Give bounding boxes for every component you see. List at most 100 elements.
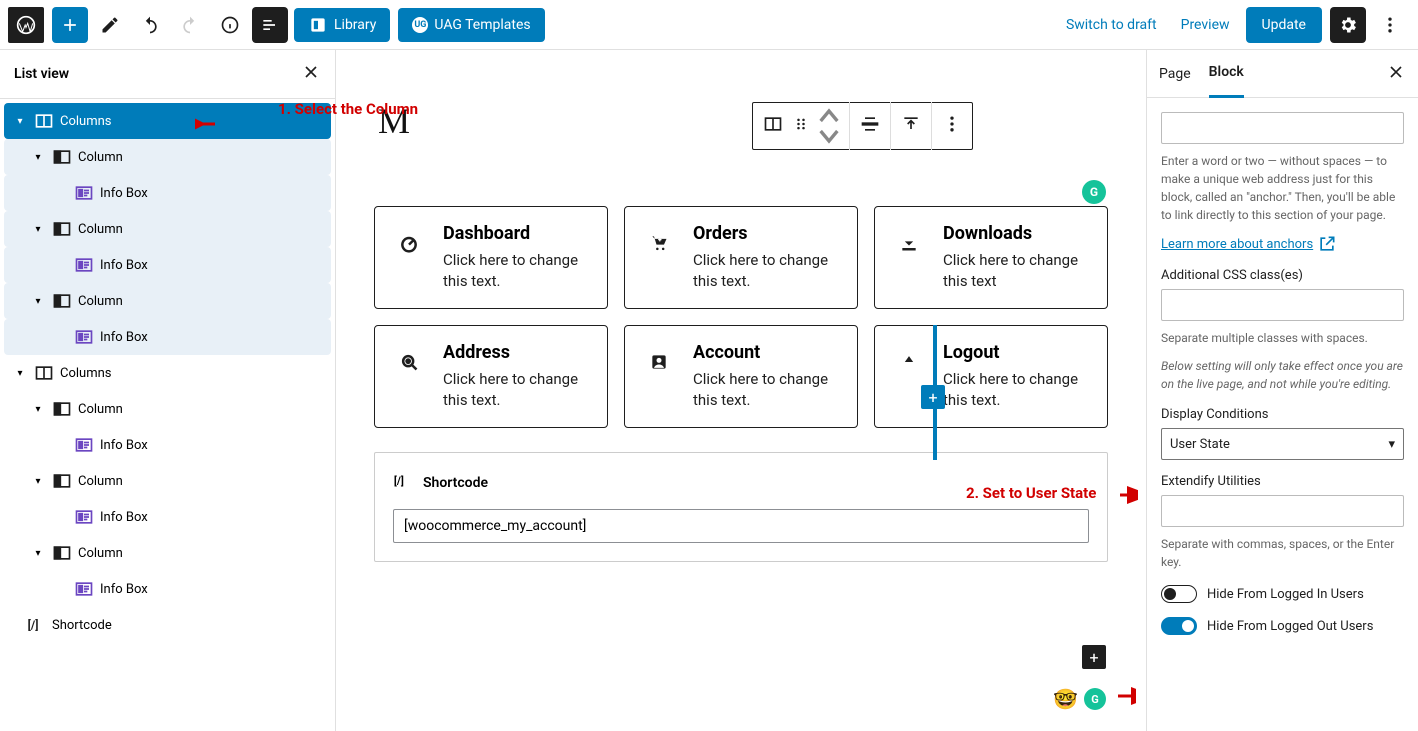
list-item-infobox[interactable]: Info Box <box>4 247 331 283</box>
caret-down-icon[interactable]: ▾ <box>30 296 46 307</box>
css-classes-help: Separate multiple classes with spaces. <box>1161 329 1404 347</box>
list-view-toggle[interactable] <box>252 7 288 43</box>
card-downloads[interactable]: DownloadsClick here to change this text <box>874 206 1108 309</box>
list-item-column[interactable]: ▾ Column <box>4 535 331 571</box>
align-wide-icon[interactable] <box>860 114 880 138</box>
caret-down-icon[interactable]: ▾ <box>30 224 46 235</box>
caret-down-icon[interactable]: ▾ <box>12 368 28 379</box>
anchor-learn-more-link[interactable]: Learn more about anchors <box>1161 234 1337 254</box>
library-button-label: Library <box>334 17 376 33</box>
card-orders[interactable]: OrdersClick here to change this text. <box>624 206 858 309</box>
svg-text:[/]: [/] <box>28 618 39 632</box>
list-item-infobox[interactable]: Info Box <box>4 319 331 355</box>
extendify-help: Separate with commas, spaces, or the Ent… <box>1161 535 1404 571</box>
insert-between-button[interactable]: + <box>921 385 945 409</box>
live-note: Below setting will only take effect once… <box>1161 357 1404 393</box>
columns-icon <box>34 363 54 383</box>
infobox-icon <box>74 435 94 455</box>
list-item-columns[interactable]: ▾ Columns <box>4 355 331 391</box>
list-item-infobox[interactable]: Info Box <box>4 175 331 211</box>
preview-link[interactable]: Preview <box>1181 17 1230 33</box>
update-button[interactable]: Update <box>1246 7 1322 43</box>
column-icon <box>52 543 72 563</box>
cards-grid: DashboardClick here to change this text.… <box>374 206 1108 428</box>
column-icon <box>52 399 72 419</box>
block-settings-sidebar: Page Block Enter a word or two — without… <box>1146 50 1418 731</box>
switch-to-draft-link[interactable]: Switch to draft <box>1066 17 1157 33</box>
list-item-column[interactable]: ▾ Column <box>4 211 331 247</box>
hide-logged-in-label: Hide From Logged In Users <box>1207 587 1364 602</box>
list-item-column[interactable]: ▾ Column <box>4 463 331 499</box>
infobox-icon <box>74 255 94 275</box>
anchor-help-text: Enter a word or two — without spaces — t… <box>1161 152 1404 224</box>
page-title-fragment[interactable]: M <box>378 100 1108 142</box>
emoji-tray: 🤓 G <box>1053 687 1106 711</box>
drag-handle-icon[interactable] <box>791 114 811 138</box>
columns-block-icon[interactable] <box>763 114 783 138</box>
grammarly-icon[interactable]: G <box>1084 688 1106 710</box>
address-pin-icon <box>389 342 429 382</box>
hide-logged-in-toggle[interactable] <box>1161 585 1197 603</box>
wordpress-logo[interactable] <box>8 7 44 43</box>
chevron-down-icon: ▾ <box>1388 437 1395 452</box>
list-item-column[interactable]: ▾ Column <box>4 283 331 319</box>
list-item-column[interactable]: ▾ Column <box>4 391 331 427</box>
caret-down-icon[interactable]: ▾ <box>30 404 46 415</box>
list-item-infobox[interactable]: Info Box <box>4 427 331 463</box>
caret-down-icon[interactable]: ▾ <box>30 476 46 487</box>
list-item-infobox[interactable]: Info Box <box>4 499 331 535</box>
card-account[interactable]: AccountClick here to change this text. <box>624 325 858 428</box>
library-button[interactable]: Library <box>294 8 390 42</box>
card-dashboard[interactable]: DashboardClick here to change this text. <box>374 206 608 309</box>
close-list-view-button[interactable] <box>301 62 321 86</box>
move-updown-icon[interactable] <box>819 106 839 146</box>
anchor-input[interactable] <box>1161 112 1404 144</box>
hide-logged-out-toggle[interactable] <box>1161 617 1197 635</box>
list-item-shortcode[interactable]: [/] Shortcode <box>4 607 331 643</box>
css-classes-input[interactable] <box>1161 289 1404 321</box>
more-options-button[interactable] <box>1372 7 1408 43</box>
columns-icon <box>34 111 54 131</box>
info-button[interactable] <box>212 7 248 43</box>
list-view-panel: List view ▾ Columns ▾ Column Info Box ▾ <box>0 50 336 731</box>
editor-canvas[interactable]: M G Dash <box>336 50 1146 731</box>
vertical-align-icon[interactable] <box>901 114 921 138</box>
block-toolbar <box>752 102 973 150</box>
extendify-input[interactable] <box>1161 495 1404 527</box>
more-block-options-icon[interactable] <box>942 114 962 138</box>
column-icon <box>52 219 72 239</box>
card-logout[interactable]: LogoutClick here to change this text. <box>874 325 1108 428</box>
caret-down-icon[interactable]: ▾ <box>30 152 46 163</box>
top-toolbar: Library UG UAG Templates Switch to draft… <box>0 0 1418 50</box>
add-block-fab[interactable]: + <box>1082 645 1106 669</box>
tab-page[interactable]: Page <box>1159 50 1191 98</box>
undo-button[interactable] <box>132 7 168 43</box>
grammarly-icon[interactable]: G <box>1082 180 1106 204</box>
close-sidebar-button[interactable] <box>1386 62 1406 86</box>
infobox-icon <box>74 183 94 203</box>
edit-pencil-icon[interactable] <box>92 7 128 43</box>
list-item-columns-selected[interactable]: ▾ Columns <box>4 103 331 139</box>
shortcode-label: Shortcode <box>423 475 488 491</box>
list-item-column[interactable]: ▾ Column <box>4 139 331 175</box>
display-conditions-select[interactable]: User State ▾ <box>1161 428 1404 460</box>
nerd-emoji-icon[interactable]: 🤓 <box>1053 687 1078 711</box>
column-icon <box>52 471 72 491</box>
uag-templates-label: UAG Templates <box>434 17 530 33</box>
uag-templates-button[interactable]: UG UAG Templates <box>398 8 544 42</box>
settings-gear-button[interactable] <box>1330 7 1366 43</box>
svg-text:[/]: [/] <box>394 474 404 487</box>
card-address[interactable]: AddressClick here to change this text. <box>374 325 608 428</box>
tab-block[interactable]: Block <box>1209 50 1244 98</box>
shortcode-icon: [/] <box>26 615 46 635</box>
caret-down-icon[interactable]: ▾ <box>30 548 46 559</box>
infobox-icon <box>74 507 94 527</box>
shortcode-input[interactable] <box>393 509 1089 543</box>
shortcode-block[interactable]: [/] Shortcode <box>374 452 1108 562</box>
logout-arrow-icon <box>889 342 929 382</box>
redo-button[interactable] <box>172 7 208 43</box>
add-block-button[interactable] <box>52 7 88 43</box>
list-item-infobox[interactable]: Info Box <box>4 571 331 607</box>
css-classes-label: Additional CSS class(es) <box>1161 268 1404 283</box>
caret-down-icon[interactable]: ▾ <box>12 116 28 127</box>
